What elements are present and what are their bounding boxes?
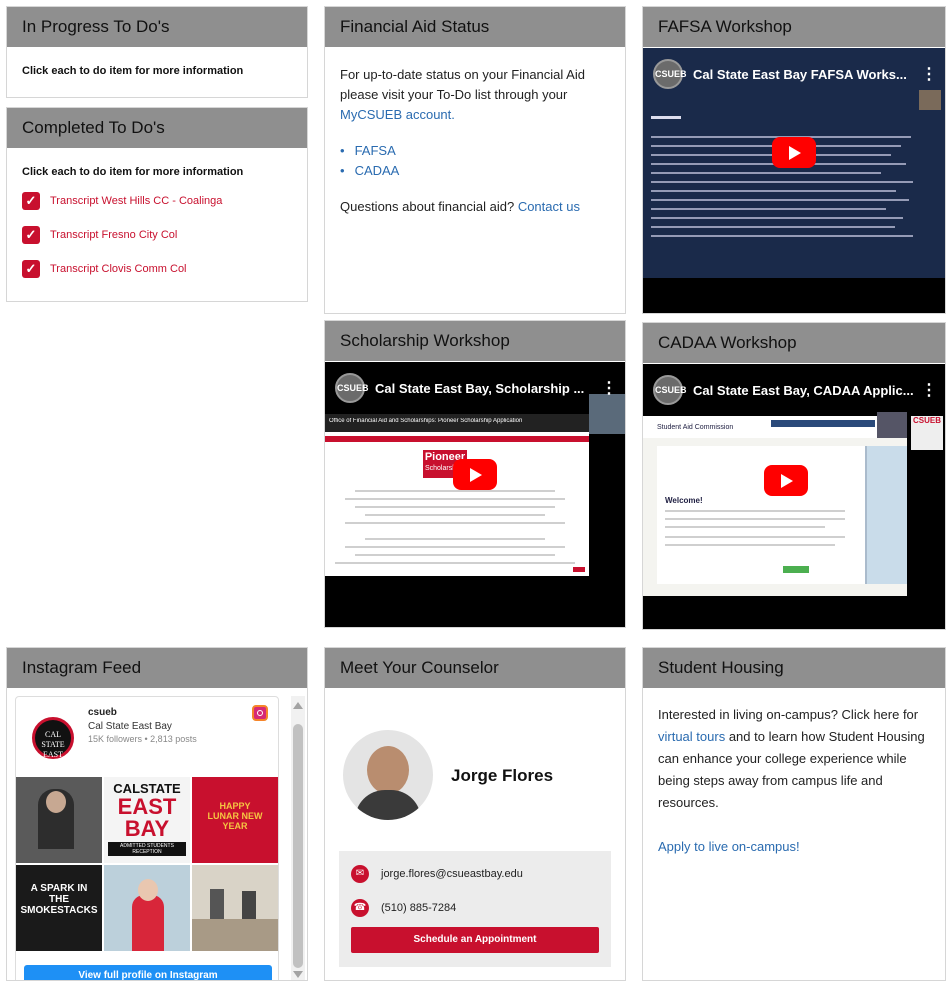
contact-us-link[interactable]: Contact us: [518, 199, 580, 214]
channel-logo: CSUEB: [335, 373, 369, 403]
video-title-bar: CSUEB Cal State East Bay FAFSA Works... …: [653, 56, 937, 92]
scroll-up-icon[interactable]: [293, 702, 303, 709]
instagram-post[interactable]: [192, 865, 278, 951]
financial-aid-title: Financial Aid Status: [325, 7, 625, 47]
in-progress-card: In Progress To Do's Click each to do ite…: [6, 6, 308, 98]
play-button-icon[interactable]: [453, 458, 497, 490]
email-icon: ✉: [351, 865, 369, 883]
scholarship-video-player[interactable]: Office of Financial Aid and Scholarships…: [325, 362, 625, 627]
completed-item[interactable]: ✓ Transcript Clovis Comm Col: [7, 252, 307, 286]
instagram-post[interactable]: CALSTATE EAST BAY ADMITTED STUDENTS RECE…: [104, 777, 190, 863]
financial-aid-description: For up-to-date status on your Financial …: [340, 67, 585, 122]
instagram-post[interactable]: [16, 777, 102, 863]
completed-hint: Click each to do item for more informati…: [22, 166, 244, 178]
checkmark-icon: ✓: [22, 226, 40, 244]
play-button-icon[interactable]: [764, 464, 808, 496]
video-title[interactable]: Cal State East Bay, Scholarship ...: [375, 381, 601, 396]
mycsueb-account-link[interactable]: MyCSUEB account.: [340, 107, 455, 122]
fafsa-link[interactable]: FAFSA: [355, 143, 396, 158]
completed-item[interactable]: ✓ Transcript West Hills CC - Coalinga: [7, 184, 307, 218]
channel-logo: CSUEB: [653, 59, 687, 89]
instagram-post[interactable]: [104, 865, 190, 951]
apply-on-campus-link[interactable]: Apply to live on-campus!: [658, 839, 800, 854]
video-frame: Office of Financial Aid and Scholarships…: [325, 414, 589, 576]
financial-aid-questions: Questions about financial aid? Contact u…: [340, 199, 580, 214]
completed-item-label[interactable]: Transcript Clovis Comm Col: [50, 263, 187, 275]
checkmark-icon: ✓: [22, 260, 40, 278]
completed-title: Completed To Do's: [7, 108, 307, 148]
counselor-contact-box: ✉ jorge.flores@csueastbay.edu ☎ (510) 88…: [339, 851, 611, 967]
counselor-email[interactable]: jorge.flores@csueastbay.edu: [381, 868, 523, 880]
counselor-name: Jorge Flores: [451, 766, 554, 785]
video-title[interactable]: Cal State East Bay FAFSA Works...: [693, 67, 921, 82]
cadaa-workshop-card: CADAA Workshop Student Aid Commission We…: [642, 322, 946, 630]
scholarship-workshop-title: Scholarship Workshop: [325, 321, 625, 361]
financial-aid-links: FAFSA CADAA: [340, 141, 610, 181]
video-frame: Student Aid Commission Welcome!: [643, 416, 907, 596]
instagram-feed-title: Instagram Feed: [7, 648, 307, 688]
phone-icon: ☎: [351, 899, 369, 917]
email-row: ✉ jorge.flores@csueastbay.edu: [339, 857, 611, 891]
instagram-profile-card: CAL STATE EAST BAY csueb Cal State East …: [15, 696, 279, 980]
instagram-icon[interactable]: [252, 705, 268, 721]
fafsa-video-player[interactable]: CSUEB Cal State East Bay FAFSA Works... …: [643, 48, 945, 313]
cadaa-link[interactable]: CADAA: [355, 163, 400, 178]
schedule-appointment-button[interactable]: Schedule an Appointment: [351, 927, 599, 953]
scroll-down-icon[interactable]: [293, 971, 303, 978]
completed-item-label[interactable]: Transcript Fresno City Col: [50, 229, 177, 241]
more-options-icon[interactable]: ⋮: [921, 64, 937, 84]
profile-avatar[interactable]: CAL STATE EAST BAY: [32, 717, 74, 769]
fafsa-workshop-card: FAFSA Workshop CSUEB Cal State East Bay …: [642, 6, 946, 314]
instagram-post[interactable]: HAPPY LUNAR NEW YEAR: [192, 777, 278, 863]
welcome-heading: Welcome!: [665, 496, 703, 505]
view-instagram-profile-button[interactable]: View full profile on Instagram: [24, 965, 272, 980]
student-housing-title: Student Housing: [643, 648, 945, 688]
phone-row: ☎ (510) 885-7284: [339, 891, 611, 925]
financial-aid-card: Financial Aid Status For up-to-date stat…: [324, 6, 626, 314]
site-name: Student Aid Commission: [657, 424, 734, 431]
in-progress-title: In Progress To Do's: [7, 7, 307, 47]
completed-item[interactable]: ✓ Transcript Fresno City Col: [7, 218, 307, 252]
video-title[interactable]: Cal State East Bay, CADAA Applic...: [693, 383, 921, 398]
completed-item-label[interactable]: Transcript West Hills CC - Coalinga: [50, 195, 222, 207]
student-housing-card: Student Housing Interested in living on-…: [642, 647, 946, 981]
instagram-feed-card: Instagram Feed CAL STATE EAST BAY csueb …: [6, 647, 308, 981]
instagram-post[interactable]: A SPARK IN THE SMOKESTACKS: [16, 865, 102, 951]
instagram-scrollbar[interactable]: [291, 696, 305, 980]
counselor-photo: [343, 730, 433, 820]
cadaa-workshop-title: CADAA Workshop: [643, 323, 945, 363]
in-progress-hint: Click each to do item for more informati…: [22, 65, 244, 77]
checkmark-icon: ✓: [22, 192, 40, 210]
instagram-stats: 15K followers • 2,813 posts: [88, 734, 197, 744]
completed-card: Completed To Do's Click each to do item …: [6, 107, 308, 302]
fafsa-list-item: FAFSA: [340, 141, 610, 161]
scholarship-workshop-card: Scholarship Workshop Office of Financial…: [324, 320, 626, 628]
counselor-title: Meet Your Counselor: [325, 648, 625, 688]
counselor-card: Meet Your Counselor Jorge Flores ✉ jorge…: [324, 647, 626, 981]
scroll-thumb[interactable]: [293, 724, 303, 968]
instagram-handle[interactable]: csueb: [88, 707, 117, 718]
video-banner: Office of Financial Aid and Scholarships…: [329, 418, 523, 424]
housing-description: Interested in living on-campus? Click he…: [658, 707, 925, 810]
more-options-icon[interactable]: ⋮: [601, 378, 617, 398]
cadaa-list-item: CADAA: [340, 161, 610, 181]
video-title-bar: CSUEB Cal State East Bay, CADAA Applic..…: [653, 372, 937, 408]
virtual-tours-link[interactable]: virtual tours: [658, 729, 725, 744]
cadaa-video-player[interactable]: Student Aid Commission Welcome! CSUEB CS…: [643, 364, 945, 629]
more-options-icon[interactable]: ⋮: [921, 380, 937, 400]
fafsa-workshop-title: FAFSA Workshop: [643, 7, 945, 47]
play-button-icon[interactable]: [772, 136, 816, 168]
channel-logo: CSUEB: [653, 375, 687, 405]
instagram-name: Cal State East Bay: [88, 721, 172, 732]
counselor-phone[interactable]: (510) 885-7284: [381, 902, 456, 914]
video-title-bar: CSUEB Cal State East Bay, Scholarship ..…: [335, 370, 617, 406]
